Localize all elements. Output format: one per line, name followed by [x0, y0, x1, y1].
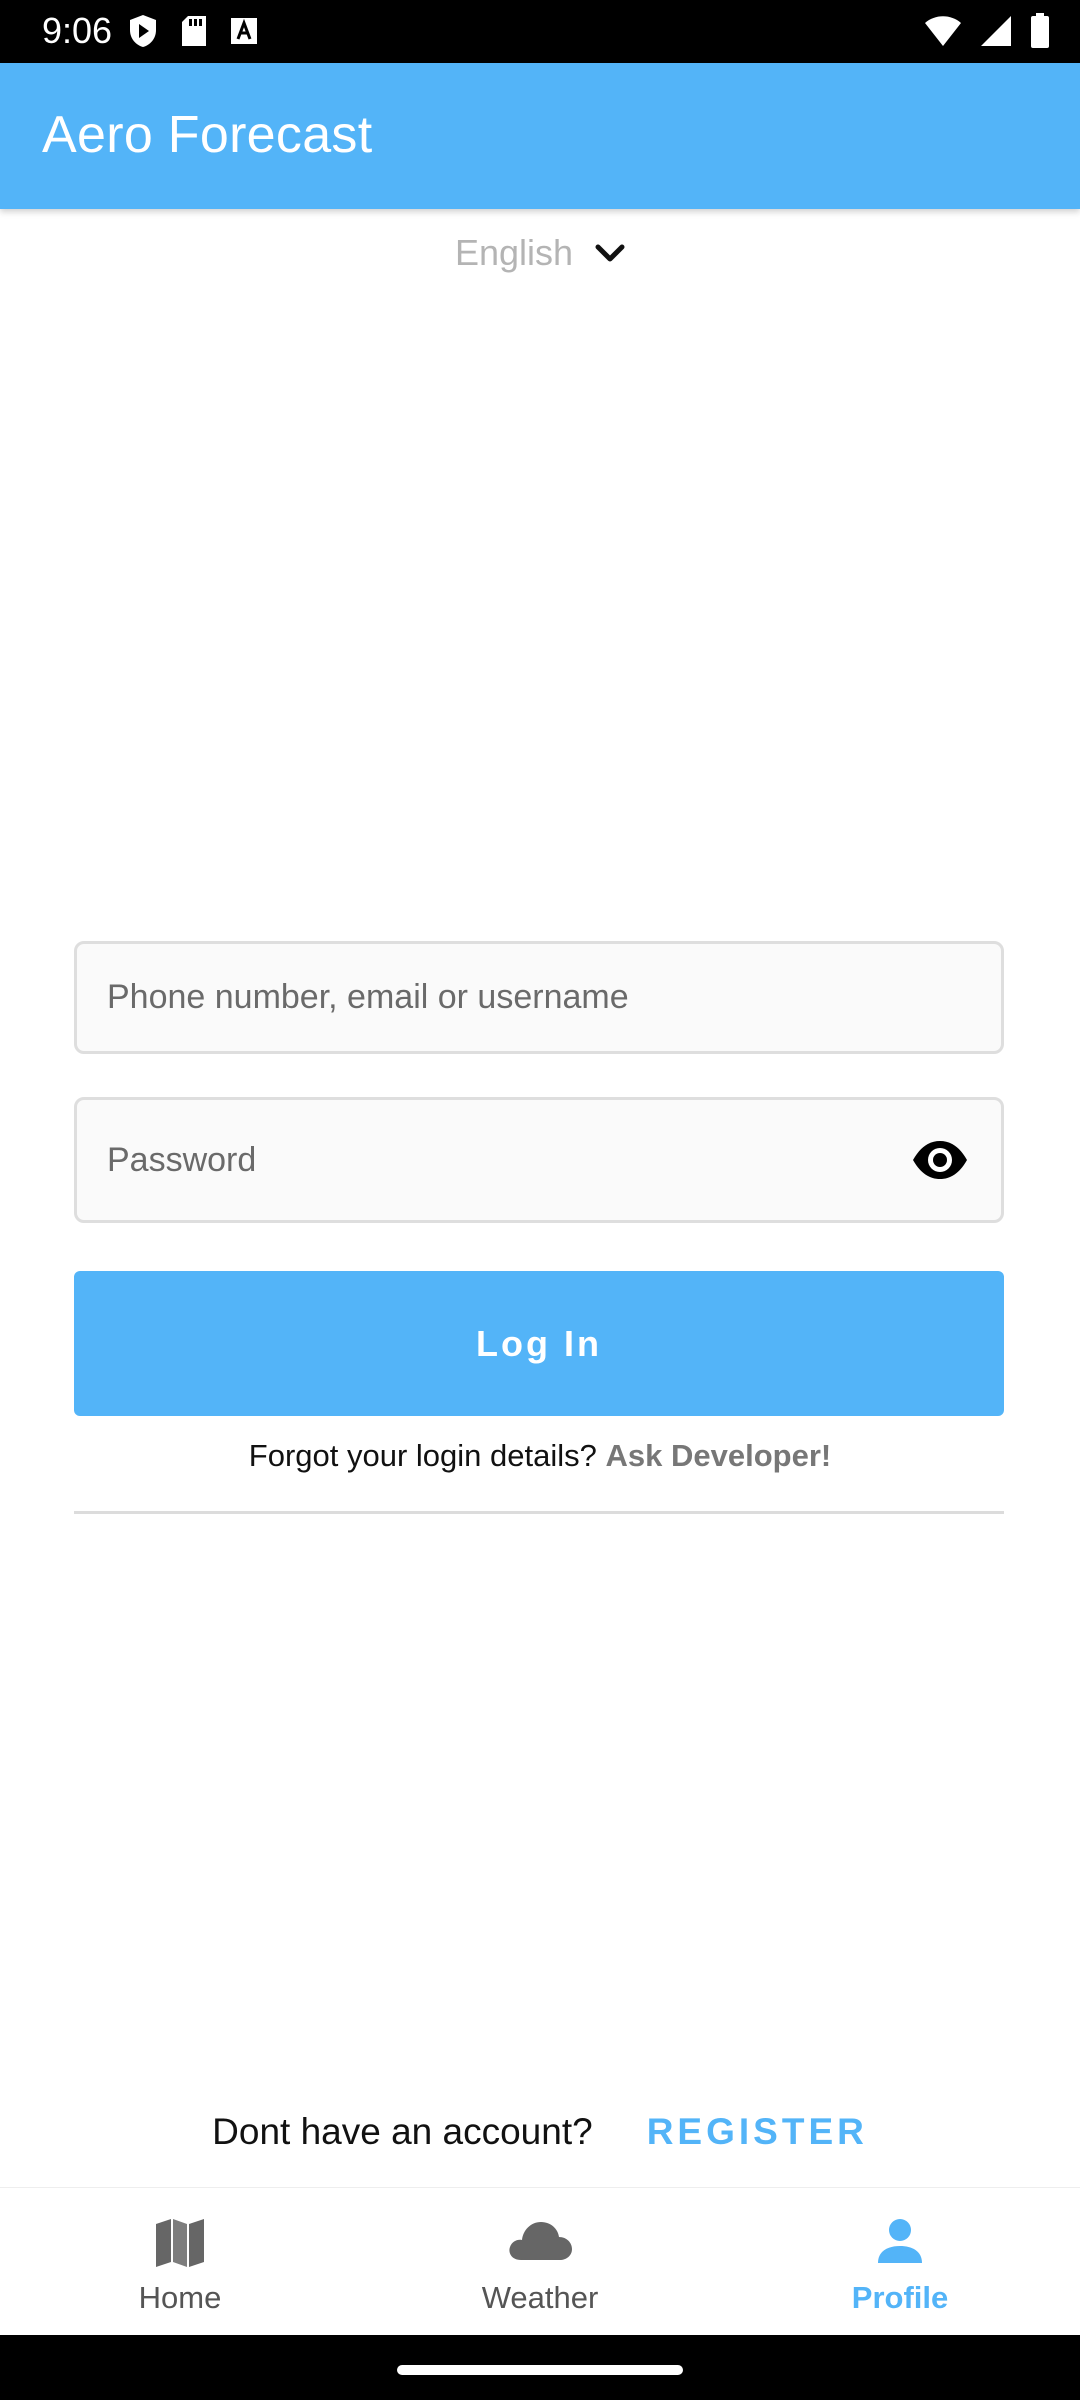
- map-icon: [156, 2219, 204, 2267]
- font-a-icon: [231, 18, 257, 44]
- nav-item-home[interactable]: Home: [0, 2188, 360, 2336]
- divider: [74, 1511, 1004, 1514]
- register-question: Dont have an account?: [212, 2111, 593, 2152]
- status-time: 9:06: [42, 10, 113, 51]
- cell-signal-icon: [981, 16, 1011, 46]
- nav-label-home: Home: [138, 2280, 222, 2315]
- app-title: Aero Forecast: [42, 106, 373, 164]
- nav-item-profile[interactable]: Profile: [720, 2188, 1080, 2336]
- username-field-container: [74, 941, 1004, 1054]
- nav-label-profile: Profile: [851, 2280, 949, 2315]
- bottom-navigation: Home Weather Profile: [0, 2187, 1080, 2336]
- sd-card-icon: [182, 16, 206, 46]
- status-left-icons: [128, 14, 258, 48]
- app-bar: Aero Forecast: [0, 63, 1080, 209]
- cloud-icon: [509, 2222, 572, 2260]
- username-input[interactable]: [77, 944, 1001, 1051]
- login-button[interactable]: Log In: [74, 1271, 1004, 1416]
- wifi-icon: [925, 16, 961, 46]
- chevron-down-icon: [595, 244, 625, 262]
- register-row: Dont have an account? REGISTER: [0, 2102, 1080, 2162]
- forgot-login-text: Forgot your login details?: [248, 1438, 597, 1473]
- status-right-icons: [924, 13, 1050, 49]
- password-field-container: [74, 1097, 1004, 1223]
- status-bar: 9:06: [0, 0, 1080, 63]
- ask-developer-link[interactable]: Ask Developer!: [606, 1438, 832, 1473]
- password-input[interactable]: [77, 1100, 1001, 1220]
- eye-icon[interactable]: [911, 1138, 969, 1182]
- register-button[interactable]: REGISTER: [647, 2111, 868, 2153]
- forgot-login-row: Forgot your login details? Ask Developer…: [0, 1438, 1080, 1474]
- language-label: English: [454, 232, 574, 273]
- language-selector[interactable]: English: [0, 228, 1080, 278]
- gesture-bar: [0, 2335, 1080, 2400]
- nav-item-weather[interactable]: Weather: [360, 2188, 720, 2336]
- battery-icon: [1031, 13, 1049, 48]
- home-gesture-handle[interactable]: [397, 2365, 683, 2375]
- person-icon: [878, 2219, 922, 2263]
- shield-play-icon: [130, 15, 156, 47]
- nav-label-weather: Weather: [481, 2280, 599, 2315]
